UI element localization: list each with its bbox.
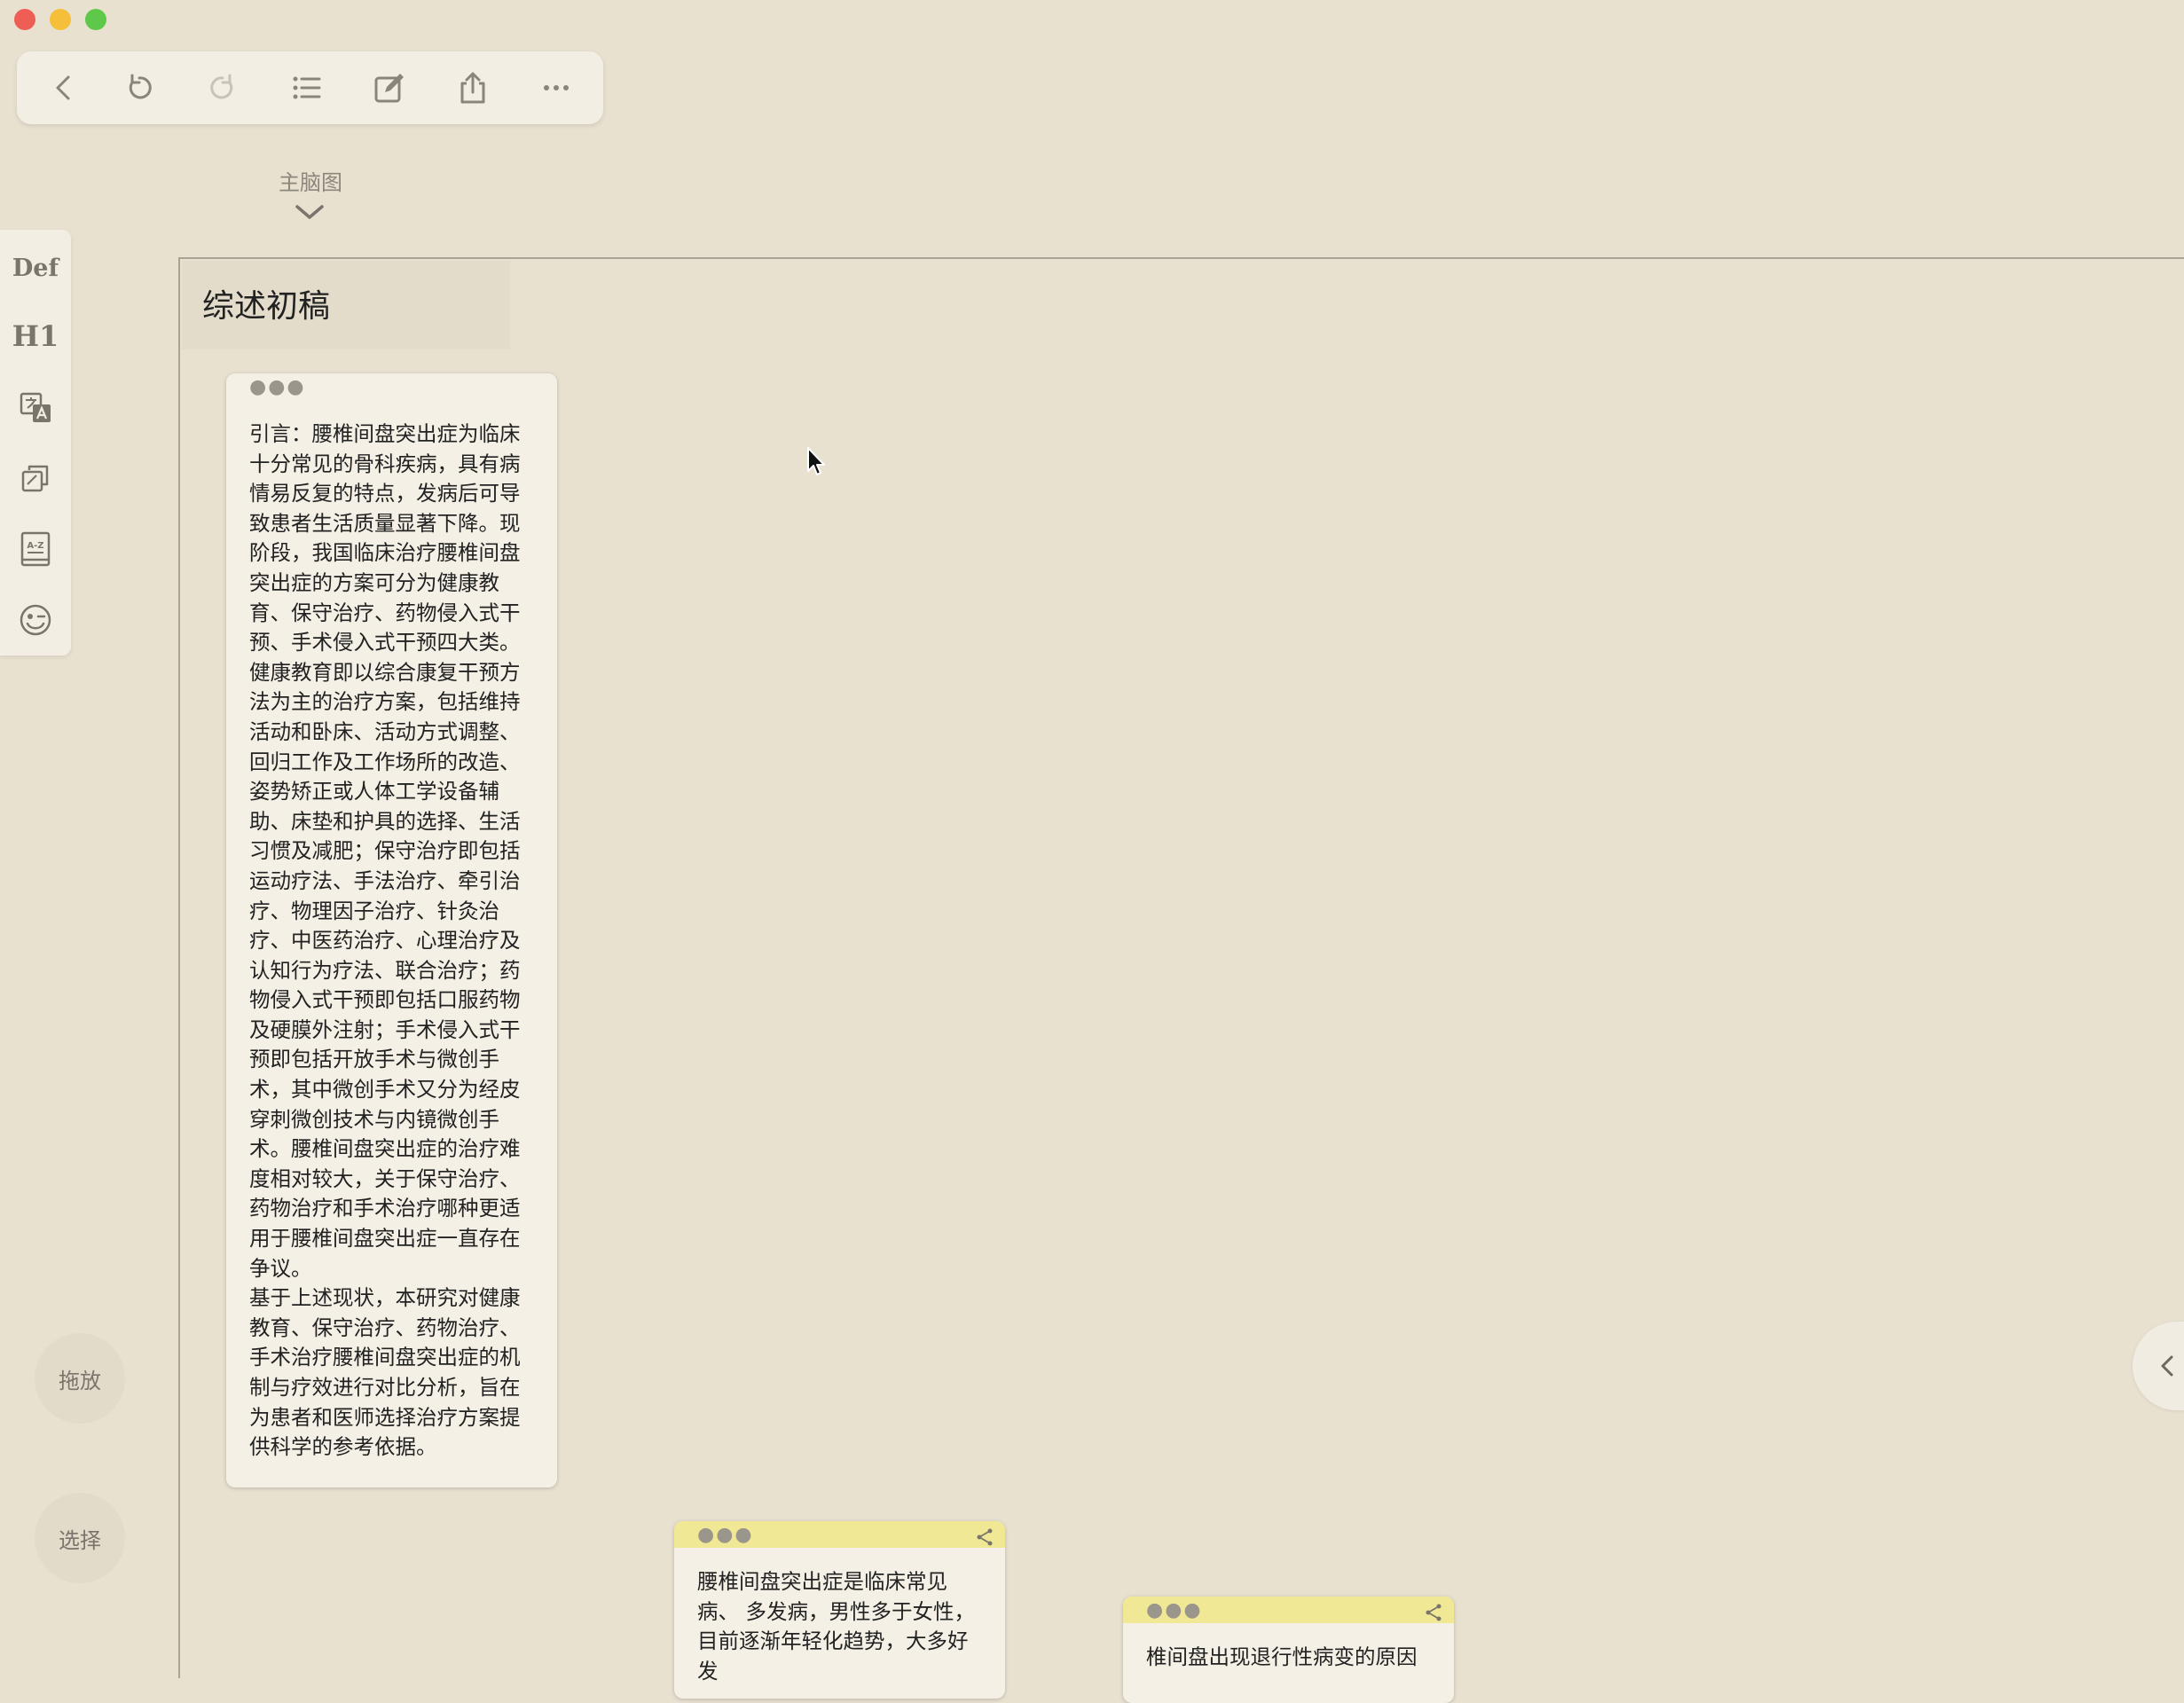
zoom-window-button[interactable] <box>85 9 106 30</box>
outline-list-button[interactable] <box>285 67 327 109</box>
card-text[interactable]: 椎间盘出现退行性病变的原因 <box>1146 1643 1431 1673</box>
drag-mode-label: 拖放 <box>59 1368 101 1393</box>
topic-card[interactable]: ●●● 椎间盘出现退行性病变的原因 <box>1123 1597 1454 1703</box>
redo-icon <box>210 74 233 99</box>
def-label: Def <box>12 254 59 282</box>
intro-card[interactable]: ●●● 引言：腰椎间盘突出症为临床十分常见的骨科疾病，具有病情易反复的特点，发病… <box>226 373 557 1487</box>
branch-icon[interactable] <box>975 1527 994 1547</box>
card-text[interactable]: 引言：腰椎间盘突出症为临床十分常见的骨科疾病，具有病情易反复的特点，发病后可导致… <box>249 420 534 1463</box>
edit-icon <box>374 74 404 103</box>
share-icon <box>460 72 485 104</box>
close-window-button[interactable] <box>14 9 35 30</box>
undo-button[interactable] <box>118 67 161 109</box>
more-icon <box>544 85 569 90</box>
canvas-title: 综述初稿 <box>202 288 331 325</box>
back-icon <box>56 75 70 100</box>
branch-icon[interactable] <box>1424 1603 1443 1622</box>
emoji-icon <box>20 604 51 636</box>
list-icon <box>293 76 321 99</box>
topic-card[interactable]: ●●● 腰椎间盘突出症是临床常见病、 多发病，男性多于女性，目前逐渐年轻化趋势，… <box>674 1521 1005 1699</box>
svg-text:A-Z: A-Z <box>27 541 43 551</box>
chevron-left-icon <box>2161 1355 2173 1377</box>
definition-button[interactable]: Def <box>11 243 60 293</box>
card-text[interactable]: 腰椎间盘突出症是临床常见病、 多发病，男性多于女性，目前逐渐年轻化趋势，大多好发 <box>697 1567 982 1686</box>
translate-icon <box>20 392 51 422</box>
card-handle-icon[interactable]: ●●● <box>249 378 306 397</box>
translate-button[interactable] <box>11 382 60 432</box>
toolbar <box>17 51 603 124</box>
chevron-down-icon[interactable] <box>294 202 326 222</box>
share-button[interactable] <box>452 67 494 109</box>
dictionary-icon: A-Z <box>20 531 51 567</box>
dictionary-button[interactable]: A-Z <box>11 524 60 574</box>
select-mode-button[interactable]: 选择 <box>35 1493 125 1583</box>
canvas-title-box[interactable]: 综述初稿 <box>182 261 510 349</box>
minimize-window-button[interactable] <box>50 9 71 30</box>
edit-button[interactable] <box>368 67 411 109</box>
redo-button[interactable] <box>201 67 244 109</box>
mouse-cursor-icon <box>807 447 825 475</box>
map-selector-label[interactable]: 主脑图 <box>266 165 355 196</box>
drag-mode-button[interactable]: 拖放 <box>35 1333 125 1424</box>
back-button[interactable] <box>43 67 86 109</box>
card-handle-icon[interactable]: ●●● <box>697 1526 754 1545</box>
heading-button[interactable]: H1 <box>11 311 60 361</box>
copy-icon <box>21 465 49 492</box>
emoji-button[interactable] <box>11 595 60 645</box>
copy-button[interactable] <box>11 453 60 503</box>
h1-label: H1 <box>12 319 59 353</box>
undo-icon <box>129 74 152 99</box>
select-mode-label: 选择 <box>59 1527 101 1553</box>
more-button[interactable] <box>535 67 577 109</box>
card-handle-icon[interactable]: ●●● <box>1146 1601 1203 1621</box>
left-sidebar: Def H1 A-Z <box>0 230 71 655</box>
